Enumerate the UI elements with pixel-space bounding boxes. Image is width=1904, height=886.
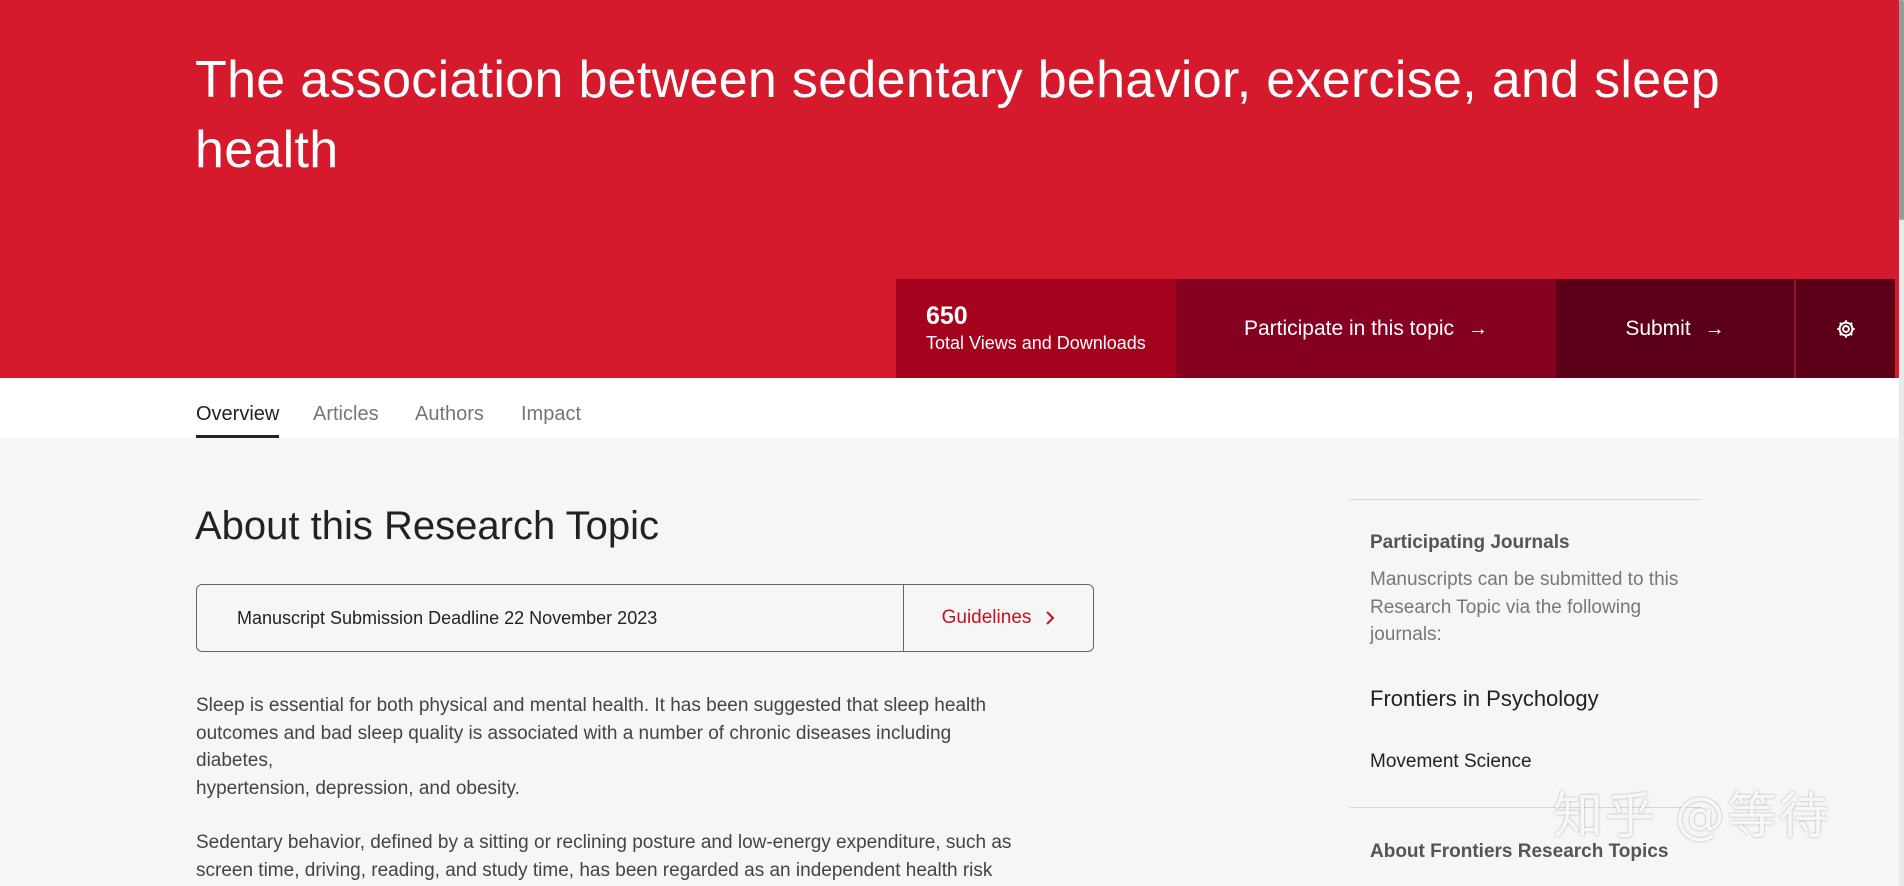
arrow-right-icon: → xyxy=(1704,317,1725,340)
journal-section: Movement Science xyxy=(1370,751,1532,772)
zhihu-watermark: 知乎 @等待 xyxy=(1553,787,1831,845)
text-line: hypertension, depression, and obesity. xyxy=(196,777,520,799)
participate-button[interactable]: Participate in this topic → xyxy=(1176,279,1556,378)
text-line: diabetes, xyxy=(196,750,274,771)
guidelines-label: Guidelines xyxy=(941,607,1032,628)
text-line: screen time, driving, reading, and study… xyxy=(196,859,993,881)
topic-title: The association between sedentary behavi… xyxy=(195,50,1720,179)
submit-label: Submit xyxy=(1625,316,1691,340)
submit-button[interactable]: Submit → xyxy=(1556,279,1794,378)
settings-button[interactable] xyxy=(1794,279,1895,378)
arrow-right-icon: → xyxy=(1468,317,1489,340)
topic-action-bar: 650 Total Views and Downloads Participat… xyxy=(896,279,1895,378)
tab-overview[interactable]: Overview xyxy=(196,403,280,438)
description-paragraph-2: Sedentary behavior, defined by a sitting… xyxy=(196,829,1096,884)
participating-journals-text: Manuscripts can be submitted to this Res… xyxy=(1370,569,1679,645)
chevron-right-icon xyxy=(1046,611,1055,625)
journal-link[interactable]: Frontiers in Psychology xyxy=(1370,681,1630,716)
views-count: 650 xyxy=(926,302,968,330)
tab-impact[interactable]: Impact xyxy=(521,403,581,438)
topic-tabs: Overview Articles Authors Impact xyxy=(0,378,1899,438)
sidebar-divider xyxy=(1350,499,1701,500)
section-title: About this Research Topic xyxy=(195,504,659,548)
views-label: Total Views and Downloads xyxy=(926,333,1146,353)
text-line: outcomes and bad sleep quality is associ… xyxy=(196,722,952,744)
topic-header: The association between sedentary behavi… xyxy=(0,0,1899,378)
text-line: Sleep is essential for both physical and… xyxy=(196,695,987,716)
page-scrollbar[interactable] xyxy=(1899,0,1904,886)
submission-deadline-box: Manuscript Submission Deadline 22 Novemb… xyxy=(196,584,1094,652)
tab-articles[interactable]: Articles xyxy=(313,403,379,438)
views-stat: 650 Total Views and Downloads xyxy=(896,279,1176,378)
tab-authors[interactable]: Authors xyxy=(415,403,484,438)
text-line: Sedentary behavior, defined by a sitting… xyxy=(196,832,1012,853)
participating-journals-heading: Participating Journals xyxy=(1370,532,1570,553)
deadline-text: Manuscript Submission Deadline 22 Novemb… xyxy=(237,607,658,628)
gear-icon xyxy=(1836,319,1855,338)
description-paragraph-1: Sleep is essential for both physical and… xyxy=(196,692,1096,802)
participate-label: Participate in this topic xyxy=(1243,316,1455,340)
guidelines-link[interactable]: Guidelines xyxy=(903,585,1093,651)
scrollbar-thumb[interactable] xyxy=(1899,0,1904,220)
